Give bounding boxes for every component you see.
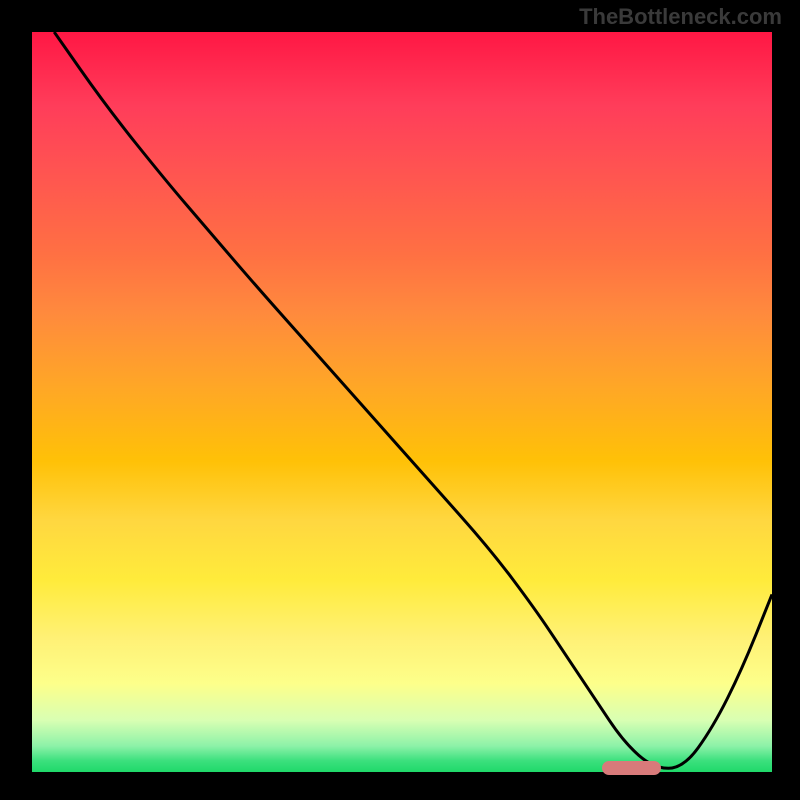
- watermark-text: TheBottleneck.com: [579, 4, 782, 30]
- bottleneck-curve: [32, 32, 772, 772]
- curve-path: [54, 32, 772, 768]
- chart-plot-area: [32, 32, 772, 772]
- optimal-range-marker: [602, 761, 661, 775]
